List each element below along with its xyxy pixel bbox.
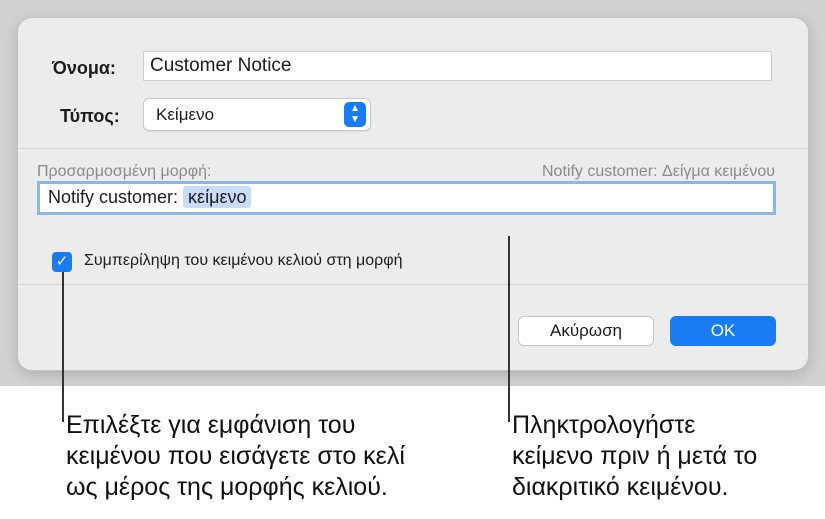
right-callout-line — [508, 236, 510, 422]
text-token[interactable]: κείμενο — [183, 186, 252, 208]
ok-button[interactable]: OK — [670, 316, 776, 346]
left-callout-line-3: ως μέρος της μορφής κελιού. — [66, 473, 388, 501]
format-input[interactable]: Notify customer: κείμενο — [37, 181, 776, 215]
cancel-button[interactable]: Ακύρωση — [518, 316, 654, 346]
left-callout-line — [62, 272, 64, 422]
divider-bottom — [18, 284, 808, 285]
name-input[interactable]: Customer Notice — [143, 51, 772, 81]
left-callout-line-1: Επιλέξτε για εμφάνιση του — [66, 411, 356, 439]
type-popup[interactable]: Κείμενο ▲ ▼ — [143, 98, 371, 131]
checkmark-icon: ✓ — [55, 253, 69, 270]
right-callout-text: Πληκτρολογήστε κείμενο πριν ή μετά το δι… — [512, 410, 757, 503]
up-down-chevron-icon: ▲ ▼ — [344, 102, 366, 127]
format-prefix-text: Notify customer: — [48, 187, 184, 207]
right-callout-line-2: κείμενο πριν ή μετά το — [512, 442, 758, 470]
include-cell-text-label: Συμπερίληψη του κειμένου κελιού στη μορφ… — [84, 252, 403, 269]
include-cell-text-checkbox[interactable]: ✓ — [52, 252, 72, 272]
type-label: Τύπος: — [60, 106, 120, 126]
type-popup-value: Κείμενο — [156, 105, 215, 124]
right-callout-line-3: διακριτικό κειμένου. — [512, 473, 729, 501]
sample-preview: Notify customer: Δείγμα κειμένου — [541, 163, 775, 180]
left-callout-text: Επιλέξτε για εμφάνιση του κειμένου που ε… — [66, 410, 405, 503]
custom-format-label: Προσαρμοσμένη μορφή: — [37, 163, 212, 180]
divider-top — [18, 148, 808, 149]
name-label: Όνομα: — [52, 58, 116, 78]
right-callout-line-1: Πληκτρολογήστε — [512, 411, 696, 439]
left-callout-line-2: κειμένου που εισάγετε στο κελί — [66, 442, 405, 470]
